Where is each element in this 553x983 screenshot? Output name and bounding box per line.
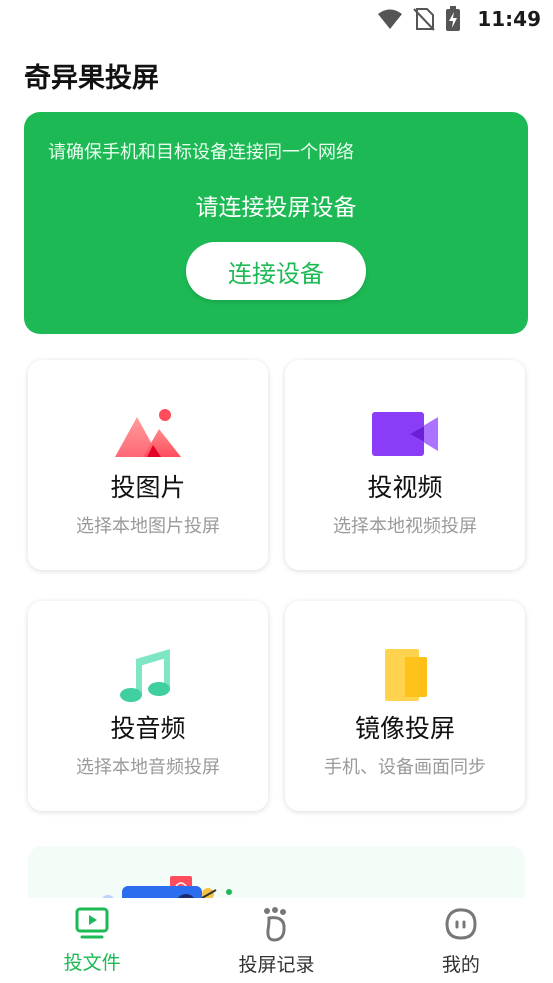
card-subtitle: 选择本地图片投屏 [76,516,220,537]
bottom-nav: 投文件 投屏记录 我的 [0,898,553,983]
connect-device-button[interactable]: 连接设备 [186,242,366,300]
profile-face-icon [445,908,477,940]
nav-item-profile[interactable]: 我的 [369,898,553,983]
card-subtitle: 选择本地视频投屏 [333,516,477,537]
cast-photo-card[interactable]: 投图片 选择本地图片投屏 [28,360,268,570]
no-sim-icon [413,8,436,31]
connect-prompt: 请连接投屏设备 [195,195,357,221]
network-tip: 请确保手机和目标设备连接同一个网络 [48,142,354,163]
nav-item-cast-history[interactable]: 投屏记录 [184,898,368,983]
battery-charging-icon [446,6,461,31]
status-bar: 11:49 [0,0,553,38]
card-title: 镜像投屏 [354,714,455,743]
card-title: 投图片 [110,473,186,502]
video-icon [285,404,525,464]
cast-video-card[interactable]: 投视频 选择本地视频投屏 [285,360,525,570]
card-title: 投音频 [110,714,186,743]
image-icon [28,404,268,464]
page-title: 奇异果投屏 [24,63,159,94]
nav-item-cast-files[interactable]: 投文件 [0,898,184,983]
nav-label: 我的 [441,954,480,976]
cast-audio-card[interactable]: 投音频 选择本地音频投屏 [28,601,268,811]
music-icon [28,645,268,705]
nav-label: 投文件 [63,952,121,974]
status-time: 11:49 [477,7,541,31]
wifi-icon [378,9,403,29]
connect-banner: 请确保手机和目标设备连接同一个网络 请连接投屏设备 连接设备 [24,112,528,334]
tv-play-icon [75,907,109,939]
screen-mirror-card[interactable]: 镜像投屏 手机、设备画面同步 [285,601,525,811]
nav-label: 投屏记录 [238,954,315,976]
footprint-icon [264,907,287,942]
mirror-icon [285,645,525,705]
card-subtitle: 选择本地音频投屏 [76,757,220,778]
card-subtitle: 手机、设备画面同步 [324,757,486,778]
card-title: 投视频 [367,473,443,502]
